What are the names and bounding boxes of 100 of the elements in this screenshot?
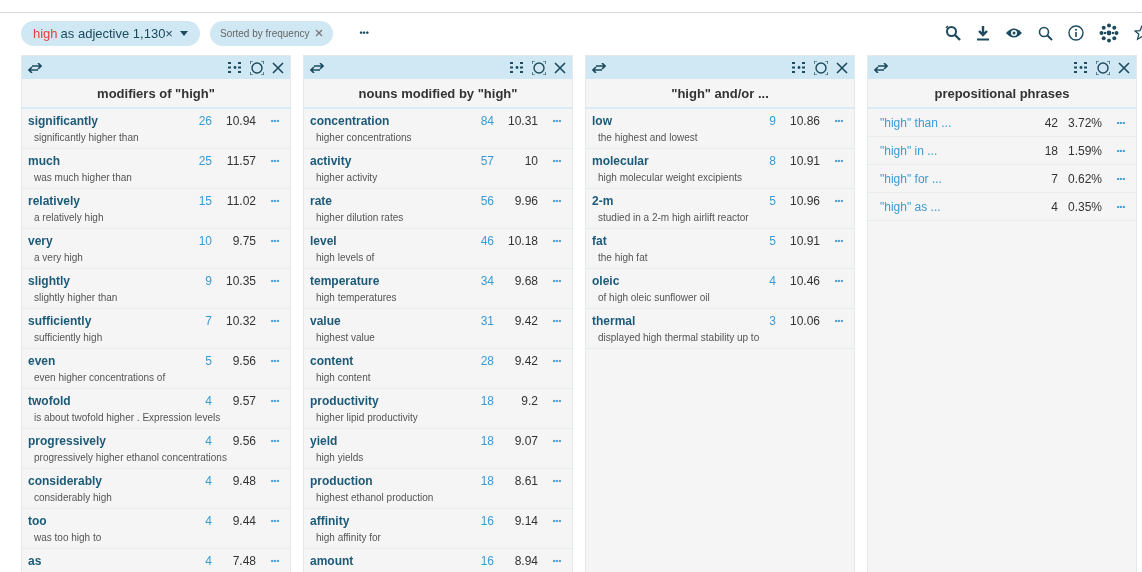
expand-icon[interactable]: [1096, 60, 1110, 75]
zoom-out-icon[interactable]: [945, 25, 961, 41]
expand-icon[interactable]: [250, 60, 264, 75]
expand-icon[interactable]: [532, 60, 546, 75]
more-button[interactable]: •••: [548, 196, 566, 205]
more-button[interactable]: •••: [266, 556, 284, 565]
phrase-link[interactable]: "high" for ...: [880, 171, 1028, 186]
more-button[interactable]: •••: [548, 156, 566, 165]
count-link[interactable]: 57: [464, 153, 494, 168]
more-button[interactable]: •••: [548, 356, 566, 365]
more-button[interactable]: •••: [548, 556, 566, 565]
collocate-link[interactable]: concentration: [310, 113, 464, 128]
collocate-link[interactable]: low: [592, 113, 746, 128]
count-link[interactable]: 25: [182, 153, 212, 168]
collocate-link[interactable]: yield: [310, 433, 464, 448]
count-link[interactable]: 7: [182, 313, 212, 328]
count-link[interactable]: 4: [182, 393, 212, 408]
more-button[interactable]: •••: [1112, 174, 1130, 183]
count-link[interactable]: 16: [464, 553, 494, 568]
collocate-link[interactable]: content: [310, 353, 464, 368]
more-button[interactable]: •••: [830, 196, 848, 205]
collocate-link[interactable]: slightly: [28, 273, 182, 288]
collocate-link[interactable]: level: [310, 233, 464, 248]
collocate-link[interactable]: value: [310, 313, 464, 328]
more-button[interactable]: •••: [830, 156, 848, 165]
more-button[interactable]: •••: [830, 316, 848, 325]
more-button[interactable]: •••: [266, 436, 284, 445]
collocate-link[interactable]: affinity: [310, 513, 464, 528]
caret-icon[interactable]: [179, 30, 188, 36]
collocate-link[interactable]: thermal: [592, 313, 746, 328]
collocate-link[interactable]: rate: [310, 193, 464, 208]
columns-icon[interactable]: [792, 62, 806, 73]
more-button[interactable]: •••: [830, 276, 848, 285]
swap-icon[interactable]: [28, 62, 42, 73]
collocate-link[interactable]: production: [310, 473, 464, 488]
more-button[interactable]: •••: [548, 276, 566, 285]
close-icon[interactable]: [315, 29, 324, 37]
count-link[interactable]: 5: [746, 233, 776, 248]
collocate-link[interactable]: amount: [310, 553, 464, 568]
more-button[interactable]: •••: [548, 316, 566, 325]
count-link[interactable]: 28: [464, 353, 494, 368]
close-icon[interactable]: [554, 61, 566, 74]
count-link[interactable]: 16: [464, 513, 494, 528]
more-button[interactable]: •••: [548, 236, 566, 245]
swap-icon[interactable]: [592, 62, 606, 73]
count-link[interactable]: 5: [182, 353, 212, 368]
count-link[interactable]: 4: [182, 513, 212, 528]
more-button[interactable]: •••: [548, 516, 566, 525]
download-icon[interactable]: [976, 25, 990, 41]
more-button[interactable]: •••: [548, 116, 566, 125]
close-icon[interactable]: [836, 61, 848, 74]
columns-icon[interactable]: [228, 62, 242, 73]
collocate-link[interactable]: oleic: [592, 273, 746, 288]
count-link[interactable]: 18: [464, 393, 494, 408]
sort-chip[interactable]: Sorted by frequency: [209, 20, 334, 46]
count-link[interactable]: 4: [182, 433, 212, 448]
more-button[interactable]: •••: [548, 396, 566, 405]
count-link[interactable]: 8: [746, 153, 776, 168]
more-button[interactable]: •••: [830, 236, 848, 245]
count-link[interactable]: 4: [182, 553, 212, 568]
more-button[interactable]: •••: [548, 476, 566, 485]
columns-icon[interactable]: [1074, 62, 1088, 73]
collocate-link[interactable]: temperature: [310, 273, 464, 288]
phrase-link[interactable]: "high" as ...: [880, 199, 1028, 214]
collocate-link[interactable]: productivity: [310, 393, 464, 408]
close-icon[interactable]: [1118, 61, 1130, 74]
count-link[interactable]: 10: [182, 233, 212, 248]
collocate-link[interactable]: considerably: [28, 473, 182, 488]
phrase-link[interactable]: "high" than ...: [880, 115, 1028, 130]
count-link[interactable]: 46: [464, 233, 494, 248]
count-link[interactable]: 18: [464, 433, 494, 448]
more-button[interactable]: •••: [266, 516, 284, 525]
count-link[interactable]: 3: [746, 313, 776, 328]
collocate-link[interactable]: twofold: [28, 393, 182, 408]
more-button[interactable]: •••: [266, 276, 284, 285]
collocate-link[interactable]: sufficiently: [28, 313, 182, 328]
count-link[interactable]: 18: [464, 473, 494, 488]
count-link[interactable]: 26: [182, 113, 212, 128]
collocate-link[interactable]: relatively: [28, 193, 182, 208]
count-link[interactable]: 56: [464, 193, 494, 208]
count-link[interactable]: 9: [746, 113, 776, 128]
more-button[interactable]: •••: [1112, 202, 1130, 211]
close-icon[interactable]: [272, 61, 284, 74]
collocate-link[interactable]: 2-m: [592, 193, 746, 208]
info-icon[interactable]: [1068, 25, 1084, 41]
more-button[interactable]: •••: [266, 356, 284, 365]
count-link[interactable]: 84: [464, 113, 494, 128]
count-link[interactable]: 4: [182, 473, 212, 488]
collocate-link[interactable]: molecular: [592, 153, 746, 168]
count-link[interactable]: 4: [746, 273, 776, 288]
collocate-link[interactable]: progressively: [28, 433, 182, 448]
collocate-link[interactable]: too: [28, 513, 182, 528]
collocate-link[interactable]: even: [28, 353, 182, 368]
count-link[interactable]: 9: [182, 273, 212, 288]
collocate-link[interactable]: as: [28, 553, 182, 568]
eye-icon[interactable]: [1005, 27, 1023, 39]
columns-icon[interactable]: [510, 62, 524, 73]
swap-icon[interactable]: [874, 62, 888, 73]
count-link[interactable]: 31: [464, 313, 494, 328]
more-button[interactable]: •••: [266, 196, 284, 205]
